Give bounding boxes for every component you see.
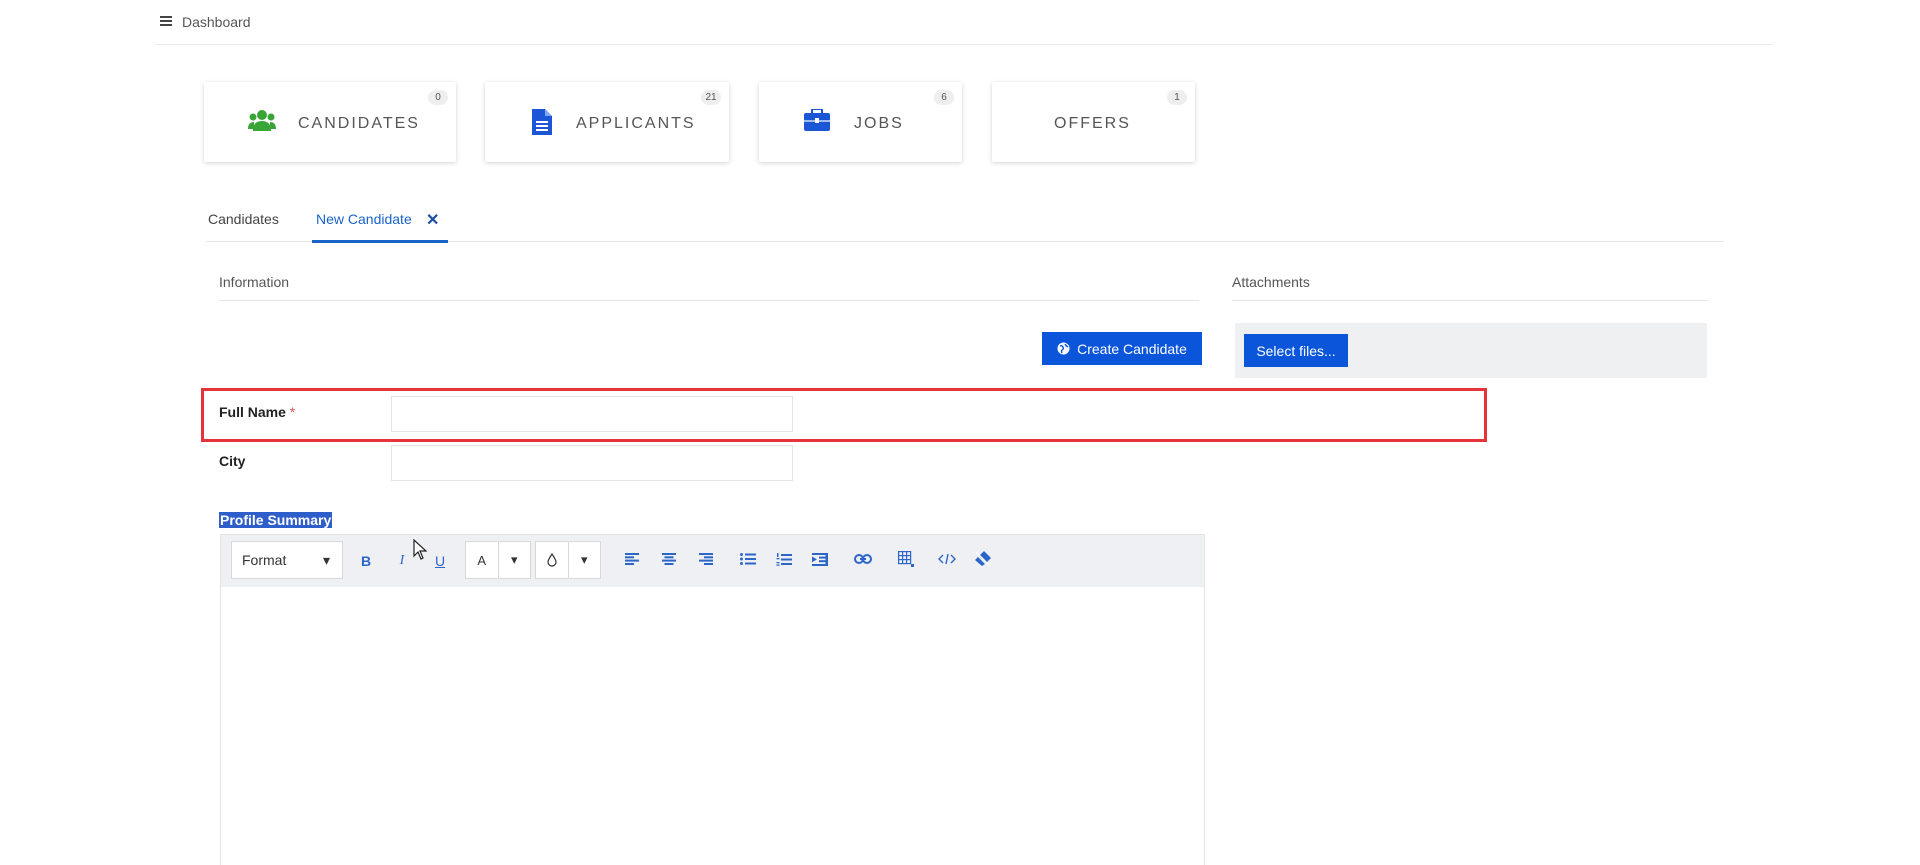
table-icon[interactable] (898, 551, 914, 567)
profile-summary-label: Profile Summary (219, 512, 333, 528)
tab-candidates[interactable]: Candidates (208, 211, 279, 227)
font-color-icon: A (466, 542, 499, 578)
users-icon (248, 110, 276, 131)
align-left-icon[interactable] (625, 553, 639, 565)
select-files-button[interactable]: Select files... (1244, 334, 1348, 367)
numbered-list-icon[interactable] (776, 553, 792, 566)
link-icon[interactable] (854, 553, 872, 565)
section-information-title: Information (219, 274, 290, 290)
tab-new-candidate[interactable]: New Candidate (316, 211, 412, 227)
top-bar (154, 0, 1774, 45)
align-center-icon[interactable] (662, 553, 676, 565)
card-jobs[interactable]: JOBS 6 (759, 82, 962, 162)
create-candidate-label: Create Candidate (1077, 340, 1187, 357)
card-count-badge: 6 (934, 90, 954, 105)
italic-button[interactable]: I (391, 553, 413, 569)
align-right-icon[interactable] (699, 553, 713, 565)
chevron-down-icon: ▾ (322, 551, 330, 568)
globe-icon (1057, 342, 1070, 355)
section-divider (219, 300, 1199, 301)
card-offers[interactable]: OFFERS 1 (992, 82, 1195, 162)
clear-formatting-icon[interactable] (975, 551, 991, 566)
background-color-picker[interactable]: ▾ (535, 541, 601, 579)
bold-button[interactable]: B (355, 553, 377, 569)
card-count-badge: 0 (428, 90, 448, 105)
breadcrumb-dashboard[interactable]: Dashboard (182, 14, 251, 30)
section-divider (1232, 300, 1708, 301)
chevron-down-icon: ▾ (510, 552, 518, 567)
card-count-badge: 21 (701, 90, 721, 105)
underline-button[interactable]: U (429, 553, 451, 569)
card-label: JOBS (854, 115, 904, 132)
active-tab-indicator (312, 240, 448, 243)
droplet-icon (536, 542, 569, 578)
card-count-badge: 1 (1167, 90, 1187, 105)
card-applicants[interactable]: APPLICANTS 21 (485, 82, 729, 162)
section-attachments-title: Attachments (1232, 274, 1310, 290)
bullet-list-icon[interactable] (740, 553, 756, 565)
briefcase-icon (804, 109, 830, 131)
card-label: APPLICANTS (576, 115, 696, 132)
indent-icon[interactable] (812, 553, 828, 566)
chevron-down-icon: ▾ (580, 552, 588, 567)
card-label: CANDIDATES (298, 115, 420, 132)
city-label: City (219, 453, 246, 469)
full-name-highlight-box (201, 388, 1487, 442)
card-candidates[interactable]: CANDIDATES 0 (204, 82, 456, 162)
close-tab-icon[interactable]: ✕ (426, 210, 439, 230)
format-dropdown[interactable]: Format ▾ (231, 541, 343, 579)
create-candidate-button[interactable]: Create Candidate (1042, 332, 1202, 365)
city-input[interactable] (391, 445, 793, 481)
hamburger-menu-icon[interactable] (160, 16, 172, 26)
card-label: OFFERS (1054, 115, 1131, 132)
code-view-icon[interactable] (938, 553, 956, 565)
mouse-cursor-icon (413, 539, 427, 560)
format-dropdown-label: Format (242, 552, 287, 568)
file-icon (532, 109, 552, 135)
font-color-picker[interactable]: A ▾ (465, 541, 531, 579)
